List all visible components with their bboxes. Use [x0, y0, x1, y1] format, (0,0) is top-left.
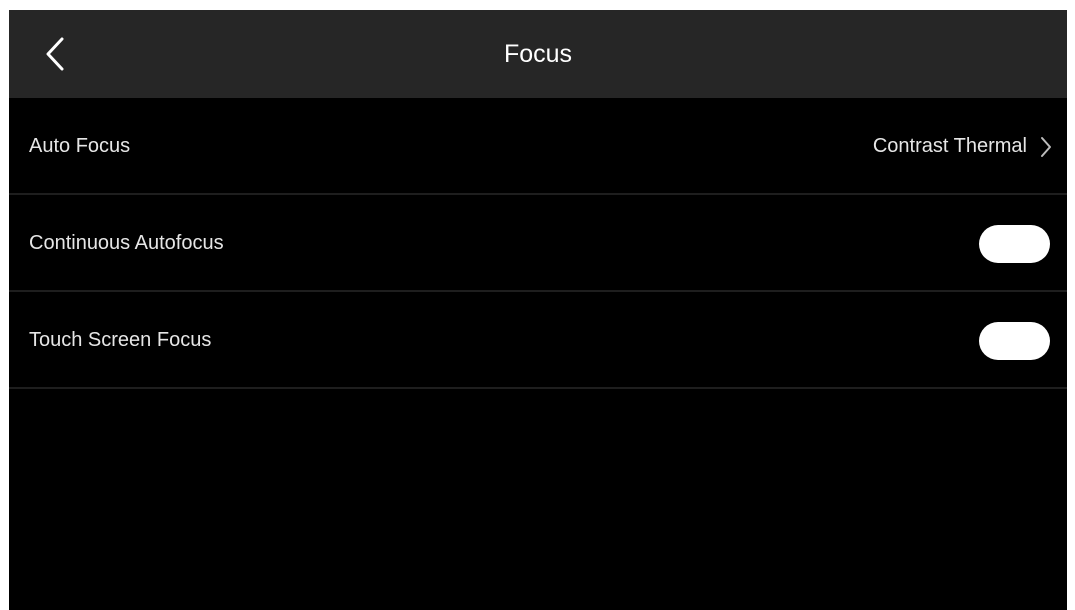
continuous-autofocus-toggle[interactable]	[979, 225, 1050, 263]
auto-focus-value-group: Contrast Thermal	[873, 98, 1053, 195]
touch-screen-focus-label: Touch Screen Focus	[29, 329, 212, 351]
chevron-right-icon	[1039, 136, 1053, 158]
auto-focus-label: Auto Focus	[29, 135, 131, 157]
touch-screen-focus-row: Touch Screen Focus	[9, 292, 1067, 389]
auto-focus-value: Contrast Thermal	[872, 135, 1027, 157]
chevron-left-icon	[44, 36, 66, 72]
continuous-autofocus-label: Continuous Autofocus	[29, 232, 224, 254]
page-title: Focus	[503, 40, 573, 68]
back-button[interactable]	[27, 26, 83, 82]
auto-focus-row[interactable]: Auto Focus Contrast Thermal	[9, 98, 1067, 195]
continuous-autofocus-row: Continuous Autofocus	[9, 195, 1067, 292]
settings-list: Auto Focus Contrast Thermal Continuous A…	[9, 98, 1067, 389]
focus-settings-screen: Focus Auto Focus Contrast Thermal Contin…	[9, 10, 1067, 610]
header-bar: Focus	[9, 10, 1067, 98]
touch-screen-focus-toggle[interactable]	[979, 322, 1050, 360]
